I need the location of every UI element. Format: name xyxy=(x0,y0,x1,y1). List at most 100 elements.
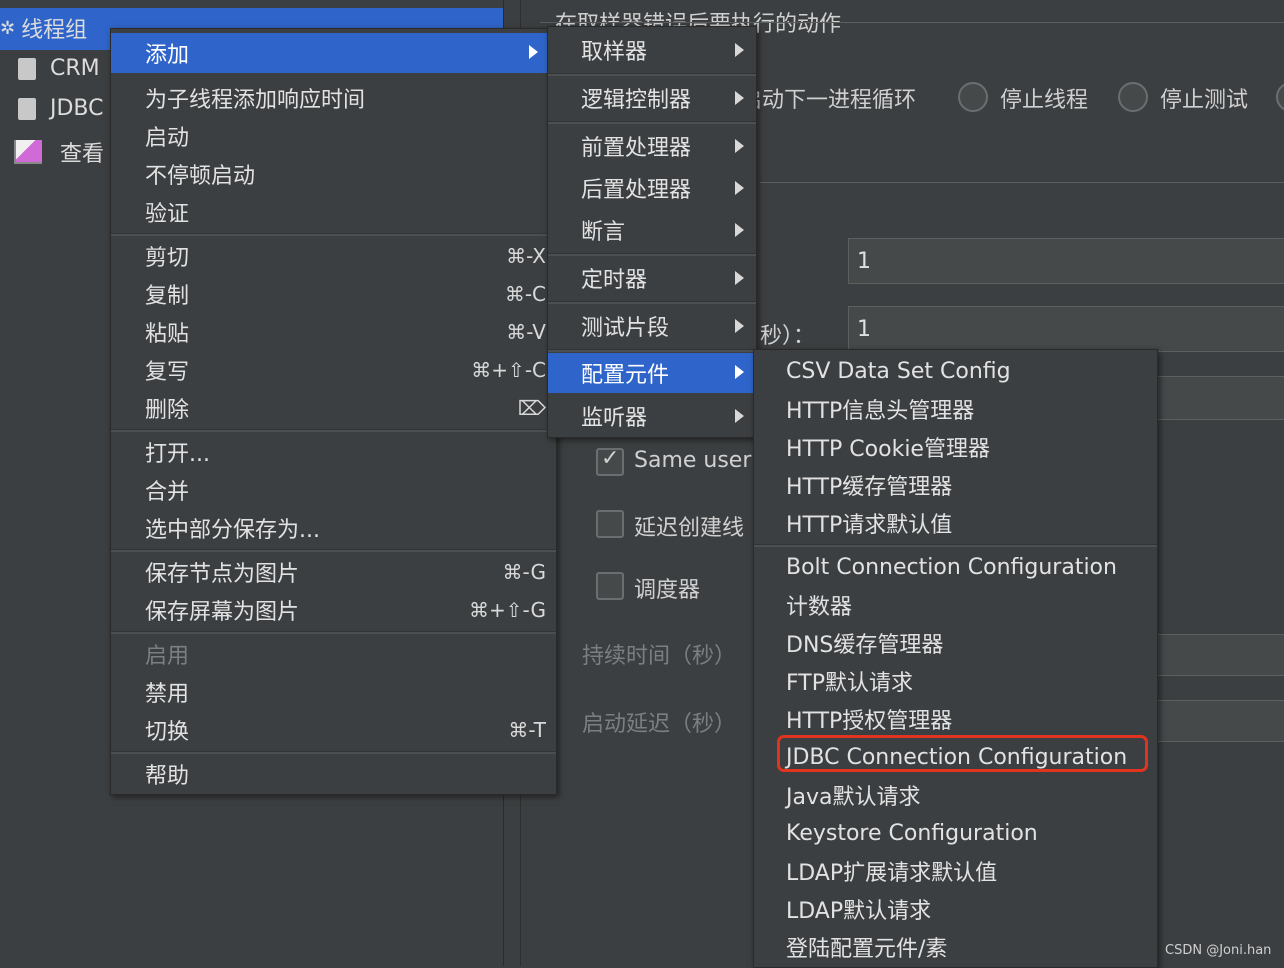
submenu-arrow-icon xyxy=(735,271,744,285)
submenu-item-pre-processor[interactable]: 前置处理器 xyxy=(548,127,756,165)
duration-input[interactable] xyxy=(1155,634,1284,676)
menu-item-label: 合并 xyxy=(145,480,190,505)
loop-count-input[interactable] xyxy=(1155,376,1284,420)
tree-node-thread-group[interactable]: ✲ 线程组 xyxy=(0,12,87,44)
config-item-ldap-request-defaults[interactable]: LDAP默认请求 xyxy=(754,890,1157,928)
tree-node-crm[interactable]: CRM xyxy=(18,56,100,81)
menu-item-label: 打开... xyxy=(145,442,210,467)
add-submenu: 取样器 逻辑控制器 前置处理器 后置处理器 断言 定时器 测试片段 配置元件 监… xyxy=(547,26,757,438)
menu-separator xyxy=(111,751,556,754)
config-item-java-request-defaults[interactable]: Java默认请求 xyxy=(754,776,1157,814)
menu-item-label: 保存屏幕为图片 xyxy=(145,600,300,625)
menu-item-start[interactable]: 启动 xyxy=(111,117,556,155)
config-item-counter[interactable]: 计数器 xyxy=(754,586,1157,624)
menu-item-start-no-pause[interactable]: 不停顿启动 xyxy=(111,155,556,193)
submenu-arrow-icon xyxy=(735,91,744,105)
submenu-arrow-icon xyxy=(735,319,744,333)
config-item-keystore[interactable]: Keystore Configuration xyxy=(754,814,1157,852)
menu-item-validate[interactable]: 验证 xyxy=(111,193,556,231)
group-border xyxy=(540,22,1284,23)
tree-node-label: 线程组 xyxy=(21,18,88,43)
menu-item-label: 后置处理器 xyxy=(581,178,692,203)
menu-item-paste[interactable]: 粘贴 ⌘-V xyxy=(111,313,556,351)
menu-item-copy[interactable]: 复制 ⌘-C xyxy=(111,275,556,313)
submenu-arrow-icon xyxy=(735,181,744,195)
menu-item-add[interactable]: 添加 xyxy=(111,33,556,73)
submenu-item-config-element[interactable]: 配置元件 xyxy=(548,353,756,393)
menu-item-open[interactable]: 打开... xyxy=(111,433,556,471)
config-item-http-auth-manager[interactable]: HTTP授权管理器 xyxy=(754,700,1157,738)
menu-item-save-selection[interactable]: 选中部分保存为... xyxy=(111,509,556,547)
stop-test-radio[interactable] xyxy=(1118,82,1148,112)
shortcut-label: ⌘+⇧-C xyxy=(471,358,546,382)
startup-delay-label: 启动延迟（秒） xyxy=(582,712,737,737)
config-item-csv-data-set[interactable]: CSV Data Set Config xyxy=(754,352,1157,390)
menu-item-label: 取样器 xyxy=(581,40,648,65)
menu-item-label: 剪切 xyxy=(145,246,190,271)
ramp-up-input[interactable]: 1 xyxy=(848,306,1284,352)
shortcut-label: ⌘-T xyxy=(508,718,546,742)
menu-item-merge[interactable]: 合并 xyxy=(111,471,556,509)
scheduler-checkbox[interactable] xyxy=(596,572,624,600)
config-item-http-cache-manager[interactable]: HTTP缓存管理器 xyxy=(754,466,1157,504)
submenu-item-post-processor[interactable]: 后置处理器 xyxy=(548,169,756,207)
menu-item-label: 复制 xyxy=(145,284,190,309)
stop-thread-radio[interactable] xyxy=(958,82,988,112)
config-item-ftp-request-defaults[interactable]: FTP默认请求 xyxy=(754,662,1157,700)
menu-item-label: 粘贴 xyxy=(145,322,190,347)
submenu-arrow-icon xyxy=(735,223,744,237)
tree-node-jdbc[interactable]: JDBC xyxy=(18,96,104,121)
menu-item-label: HTTP授权管理器 xyxy=(786,709,953,734)
submenu-arrow-icon xyxy=(529,45,538,59)
submenu-item-listener[interactable]: 监听器 xyxy=(548,397,756,435)
config-item-bolt-connection[interactable]: Bolt Connection Configuration xyxy=(754,548,1157,586)
startup-delay-input[interactable] xyxy=(1155,700,1284,742)
menu-item-save-screen-image[interactable]: 保存屏幕为图片 ⌘+⇧-G xyxy=(111,591,556,629)
menu-separator xyxy=(111,233,556,236)
config-item-http-cookie-manager[interactable]: HTTP Cookie管理器 xyxy=(754,428,1157,466)
config-item-dns-cache-manager[interactable]: DNS缓存管理器 xyxy=(754,624,1157,662)
sampler-icon xyxy=(18,97,36,120)
menu-separator xyxy=(548,349,756,352)
menu-item-label: 不停顿启动 xyxy=(145,164,256,189)
config-item-ldap-extended-defaults[interactable]: LDAP扩展请求默认值 xyxy=(754,852,1157,890)
context-menu: 添加 为子线程添加响应时间 启动 不停顿启动 验证 剪切 ⌘-X 复制 ⌘-C 粘贴… xyxy=(110,28,557,795)
menu-item-label: 逻辑控制器 xyxy=(581,88,692,113)
menu-item-add-response-time[interactable]: 为子线程添加响应时间 xyxy=(111,79,556,117)
menu-item-help[interactable]: 帮助 xyxy=(111,755,556,793)
menu-item-label: FTP默认请求 xyxy=(786,671,913,696)
submenu-arrow-icon xyxy=(735,139,744,153)
menu-item-label: 复写 xyxy=(145,360,190,385)
thread-count-input[interactable]: 1 xyxy=(848,238,1284,284)
menu-separator xyxy=(754,544,1157,547)
menu-item-label: Keystore Configuration xyxy=(786,820,1038,846)
menu-item-save-node-image[interactable]: 保存节点为图片 ⌘-G xyxy=(111,553,556,591)
config-item-http-request-defaults[interactable]: HTTP请求默认值 xyxy=(754,504,1157,542)
duration-label: 持续时间（秒） xyxy=(582,644,737,669)
menu-item-label: Java默认请求 xyxy=(786,785,921,810)
delay-thread-label: 延迟创建线 xyxy=(634,516,745,541)
menu-separator xyxy=(548,301,756,304)
menu-item-duplicate[interactable]: 复写 ⌘+⇧-C xyxy=(111,351,556,389)
tree-node-label: JDBC xyxy=(50,96,104,121)
same-user-checkbox[interactable]: ✓ xyxy=(596,446,624,476)
menu-item-disable[interactable]: 禁用 xyxy=(111,673,556,711)
menu-item-delete[interactable]: 删除 ⌦ xyxy=(111,389,556,427)
menu-separator xyxy=(111,631,556,634)
shortcut-label: ⌘-G xyxy=(502,560,546,584)
delay-thread-checkbox[interactable] xyxy=(596,510,624,538)
menu-item-cut[interactable]: 剪切 ⌘-X xyxy=(111,237,556,275)
submenu-item-sampler[interactable]: 取样器 xyxy=(548,31,756,69)
tree-node-label: 查看 xyxy=(60,142,105,167)
submenu-item-timer[interactable]: 定时器 xyxy=(548,259,756,297)
menu-item-toggle[interactable]: 切换 ⌘-T xyxy=(111,711,556,749)
submenu-item-test-fragment[interactable]: 测试片段 xyxy=(548,307,756,345)
config-element-submenu: CSV Data Set Config HTTP信息头管理器 HTTP Cook… xyxy=(753,349,1158,968)
config-item-http-header-manager[interactable]: HTTP信息头管理器 xyxy=(754,390,1157,428)
menu-item-label: 登陆配置元件/素 xyxy=(786,937,948,962)
menu-item-label: 启用 xyxy=(145,644,190,669)
tree-node-listener[interactable]: 查看 xyxy=(14,136,104,168)
submenu-item-logic-controller[interactable]: 逻辑控制器 xyxy=(548,79,756,117)
config-item-login-config[interactable]: 登陆配置元件/素 xyxy=(754,928,1157,966)
submenu-item-assertion[interactable]: 断言 xyxy=(548,211,756,249)
